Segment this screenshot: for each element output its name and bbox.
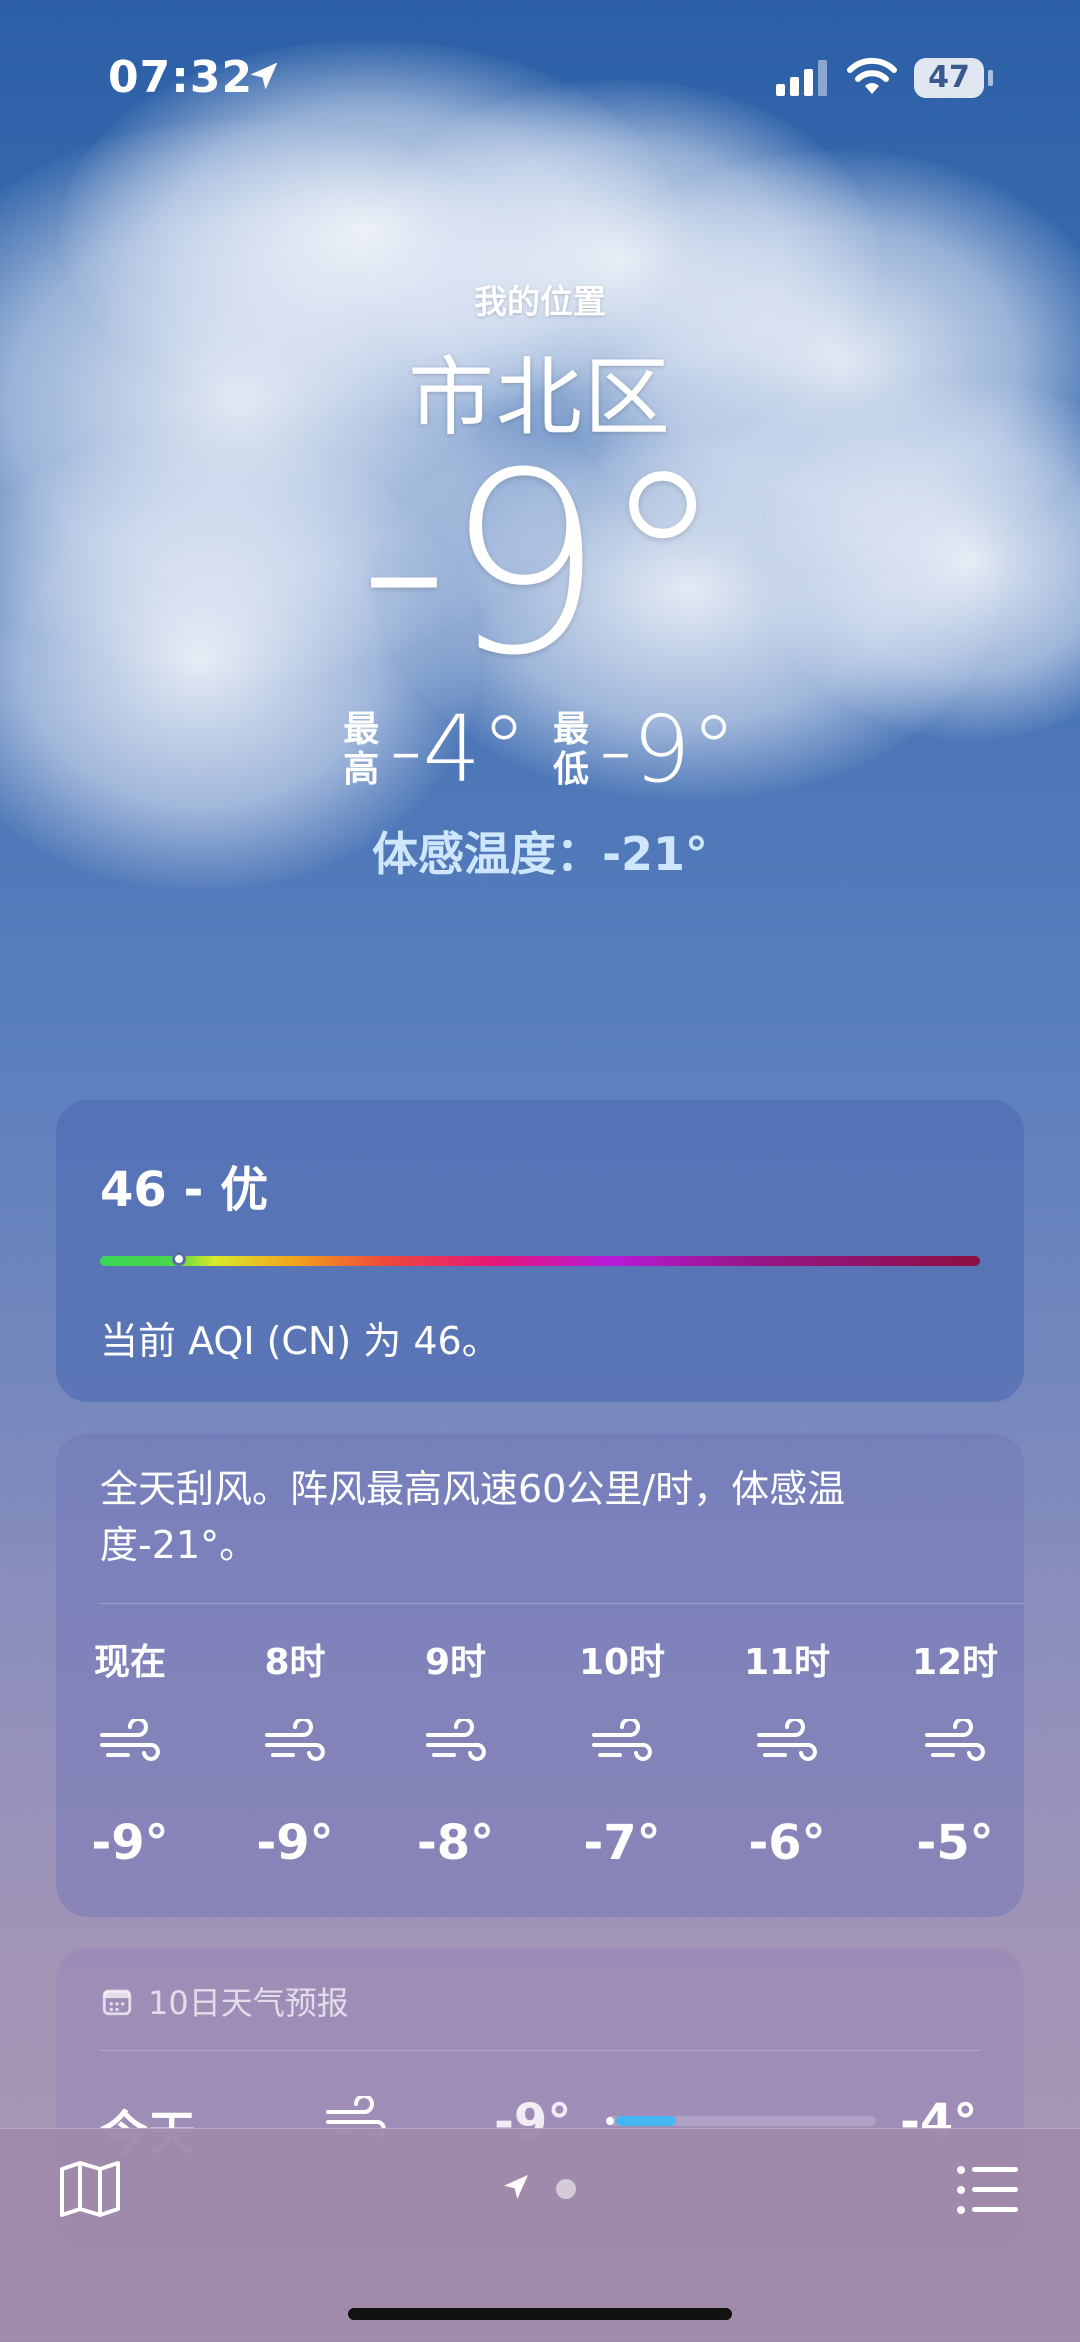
aqi-description: 当前 AQI (CN) 为 46。 <box>100 1319 500 1363</box>
low-label-char-1: 最 <box>553 709 590 750</box>
aqi-scale-bar <box>100 1256 980 1266</box>
wind-icon <box>70 1717 190 1779</box>
hour-label: 10时 <box>578 1642 666 1683</box>
page-dot[interactable] <box>556 2179 576 2199</box>
ten-day-temp-range-bar <box>606 2116 876 2126</box>
high-label-char-1: 最 <box>343 709 380 750</box>
high-label: 最 高 <box>343 710 379 790</box>
hour-temperature: -7° <box>583 1815 661 1871</box>
low-temperature: -9° <box>599 696 737 803</box>
hour-temperature: -9° <box>91 1815 169 1871</box>
ten-day-title: 10日天气预报 <box>148 1984 349 2022</box>
wind-icon <box>235 1717 355 1779</box>
low-group: 最 低 -9° <box>553 700 737 800</box>
list-icon[interactable] <box>956 2165 1020 2215</box>
aqi-card[interactable]: 46 - 优 当前 AQI (CN) 为 46。 <box>56 1100 1024 1402</box>
hourly-forecast-card[interactable]: 全天刮风。阵风最高风速60公里/时，体感温度-21°。 现在 -9° 8时 -9° 9时… <box>56 1433 1024 1917</box>
hour-temperature: -5° <box>916 1815 994 1871</box>
high-temperature: -4° <box>389 696 527 803</box>
hour-label: 8时 <box>264 1642 326 1683</box>
temp-range-fill <box>616 2116 676 2126</box>
hour-label: 11时 <box>743 1642 831 1683</box>
ten-day-header: 10日天气预报 <box>100 1978 349 2024</box>
hour-label: 9时 <box>424 1642 487 1683</box>
cellular-signal-icon <box>776 60 827 96</box>
high-low-row: 最 高 -4° 最 低 -9° <box>0 700 1080 800</box>
calendar-icon <box>102 1989 132 2016</box>
status-bar: 07:32 47 <box>0 0 1080 150</box>
aqi-title: 46 - 优 <box>100 1162 269 1218</box>
wind-icon <box>895 1717 1015 1779</box>
home-indicator[interactable] <box>348 2308 732 2320</box>
hour-label: 12时 <box>911 1642 999 1683</box>
hour-column: 9时 -8° <box>396 1633 516 1871</box>
map-icon[interactable] <box>58 2159 122 2219</box>
location-label: 我的位置 <box>474 282 606 321</box>
hourly-divider <box>100 1603 1024 1604</box>
wind-icon <box>396 1717 516 1779</box>
feels-like: 体感温度：-21° <box>371 827 709 881</box>
current-temperature: -9° <box>358 419 725 710</box>
location-arrow-icon[interactable] <box>500 2171 532 2203</box>
hourly-description: 全天刮风。阵风最高风速60公里/时，体感温度-21°。 <box>100 1467 846 1567</box>
hour-temperature: -6° <box>748 1815 826 1871</box>
wifi-icon <box>847 57 897 94</box>
battery-indicator: 47 <box>914 58 984 98</box>
hour-column: 现在 -9° <box>70 1633 190 1871</box>
current-temp-dot <box>606 2117 614 2125</box>
status-time: 07:32 <box>108 52 254 103</box>
low-label-char-2: 低 <box>553 749 590 790</box>
hour-column: 10时 -7° <box>562 1633 682 1871</box>
ten-day-divider <box>100 2050 980 2051</box>
hour-column: 12时 -5° <box>895 1633 1015 1871</box>
location-services-icon <box>250 62 278 90</box>
wind-icon <box>562 1717 682 1779</box>
hour-column: 8时 -9° <box>235 1633 355 1871</box>
wind-icon <box>727 1717 847 1779</box>
hour-temperature: -8° <box>416 1815 495 1871</box>
high-group: 最 高 -4° <box>343 700 527 800</box>
high-label-char-2: 高 <box>343 749 380 790</box>
hour-column: 11时 -6° <box>727 1633 847 1871</box>
battery-nub <box>988 70 993 86</box>
hour-temperature: -9° <box>256 1815 334 1871</box>
low-label: 最 低 <box>553 710 589 790</box>
hour-label: 现在 <box>93 1642 166 1683</box>
